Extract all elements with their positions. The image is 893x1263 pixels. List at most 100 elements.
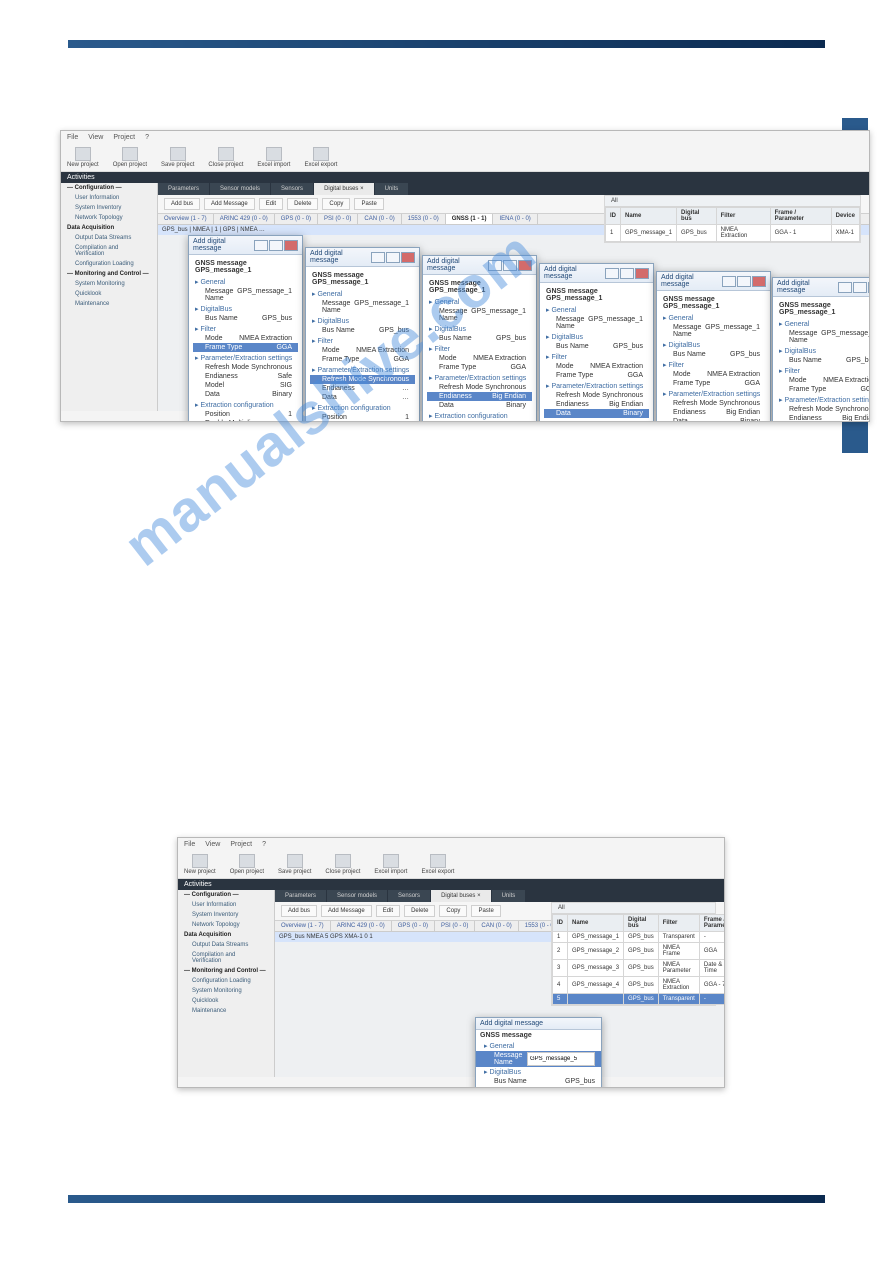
- message-name-input[interactable]: [527, 1052, 595, 1066]
- cmd-delete[interactable]: Delete: [404, 905, 435, 917]
- form-row[interactable]: Frame TypeGGA: [193, 343, 298, 352]
- sidebar-item[interactable]: Maintenance: [178, 1006, 274, 1016]
- group-label[interactable]: ▸ General: [779, 320, 870, 328]
- col-header[interactable]: Filter: [716, 208, 770, 225]
- form-row[interactable]: ModeNMEA Extraction: [310, 346, 415, 355]
- form-row[interactable]: Message NameGPS_message_1: [427, 307, 532, 323]
- group-label[interactable]: ▸ Filter: [663, 361, 766, 369]
- field-value[interactable]: Synchronous: [485, 384, 526, 391]
- cell[interactable]: 2: [553, 943, 568, 960]
- subtab[interactable]: IENA (0 - 0): [493, 214, 537, 224]
- subtab[interactable]: Overview (1 - 7): [158, 214, 214, 224]
- cell[interactable]: GPS_bus: [624, 943, 659, 960]
- form-row[interactable]: DataBinary: [661, 417, 766, 422]
- field-value[interactable]: 1: [288, 411, 292, 418]
- cell[interactable]: [568, 994, 624, 1005]
- col-header[interactable]: Frame / Parameter: [699, 915, 725, 932]
- field-value[interactable]: GPS_message_1: [354, 300, 409, 314]
- field-value[interactable]: GPS_bus: [379, 327, 409, 334]
- sidebar-item[interactable]: System Inventory: [178, 910, 274, 920]
- field-value[interactable]: SIG: [280, 382, 292, 389]
- sidebar-item[interactable]: System Monitoring: [178, 986, 274, 996]
- cell[interactable]: NMEA Extraction: [658, 977, 699, 994]
- group-label[interactable]: ▸ Filter: [312, 337, 415, 345]
- sidebar-item[interactable]: Output Data Streams: [61, 233, 157, 243]
- cell[interactable]: XMA-1: [831, 225, 859, 242]
- field-value[interactable]: GGA: [627, 372, 643, 379]
- form-row[interactable]: Position1: [427, 421, 532, 422]
- group-label[interactable]: ▸ Filter: [779, 367, 870, 375]
- group-label[interactable]: ▸ DigitalBus: [429, 325, 532, 333]
- form-row[interactable]: Data…: [310, 393, 415, 402]
- form-row[interactable]: Message NameGPS_message_1: [310, 299, 415, 315]
- cell[interactable]: NMEA Frame: [658, 943, 699, 960]
- field-value[interactable]: GPS_message_1: [588, 316, 643, 330]
- cmd-paste[interactable]: Paste: [471, 905, 500, 917]
- form-row[interactable]: Refresh ModeSynchronous: [661, 399, 766, 408]
- cell[interactable]: -: [699, 932, 725, 943]
- col-header[interactable]: Digital bus: [624, 915, 659, 932]
- form-row[interactable]: Bus NameGPS_bus: [777, 356, 870, 365]
- cell[interactable]: 4: [553, 977, 568, 994]
- subtab[interactable]: PSI (0 - 0): [318, 214, 358, 224]
- sidebar-item[interactable]: Configuration Loading: [178, 976, 274, 986]
- workspace-tab[interactable]: Digital buses ×: [431, 890, 492, 902]
- group-label[interactable]: ▸ General: [476, 1041, 601, 1051]
- cell[interactable]: GPS_bus: [624, 994, 659, 1005]
- tb-excel-export[interactable]: Excel export: [421, 854, 454, 875]
- cmd-paste[interactable]: Paste: [354, 198, 383, 210]
- group-label[interactable]: ▸ Extraction configuration: [546, 420, 649, 422]
- subtab[interactable]: ARINC 429 (0 - 0): [214, 214, 275, 224]
- cell[interactable]: GPS_message_3: [568, 960, 624, 977]
- menu-project[interactable]: Project: [113, 134, 135, 141]
- group-label[interactable]: ▸ DigitalBus: [476, 1067, 601, 1077]
- workspace-tab[interactable]: Parameters: [275, 890, 327, 902]
- tb-new-project[interactable]: New project: [67, 147, 99, 168]
- col-header[interactable]: ID: [606, 208, 621, 225]
- form-row[interactable]: Bus NameGPS_bus: [661, 350, 766, 359]
- field-value[interactable]: GGA: [860, 386, 870, 393]
- subtab[interactable]: PSI (0 - 0): [435, 921, 475, 931]
- form-row[interactable]: EndianessBig Endian: [427, 392, 532, 401]
- menu-help[interactable]: ?: [145, 134, 149, 141]
- field-value[interactable]: Synchronous: [602, 392, 643, 399]
- sidebar-item[interactable]: Output Data Streams: [178, 940, 274, 950]
- col-header[interactable]: Name: [568, 915, 624, 932]
- form-row[interactable]: DataBinary: [193, 390, 298, 399]
- field-value[interactable]: Synchronous: [835, 406, 870, 413]
- minimize-icon[interactable]: [605, 268, 619, 279]
- cell[interactable]: GPS_bus: [677, 225, 717, 242]
- cmd-add-message[interactable]: Add Message: [321, 905, 372, 917]
- field-value[interactable]: NMEA Extraction: [239, 335, 292, 342]
- sidebar-item[interactable]: Maintenance: [61, 299, 157, 309]
- field-value[interactable]: GGA: [510, 364, 526, 371]
- form-row[interactable]: Message NameGPS_message_1: [661, 323, 766, 339]
- col-header[interactable]: Digital bus: [677, 208, 717, 225]
- form-row[interactable]: Frame TypeGGA: [661, 379, 766, 388]
- form-row[interactable]: EndianessBig Endian: [777, 414, 870, 422]
- menu-view[interactable]: View: [205, 841, 220, 848]
- field-value[interactable]: GPS_bus: [496, 335, 526, 342]
- col-header[interactable]: ID: [553, 915, 568, 932]
- maximize-icon[interactable]: [853, 282, 867, 293]
- form-row[interactable]: ModeNMEA Extraction: [193, 334, 298, 343]
- close-icon[interactable]: [518, 260, 532, 271]
- group-label[interactable]: ▸ DigitalBus: [546, 333, 649, 341]
- field-value[interactable]: …: [402, 394, 409, 401]
- field-value[interactable]: Synchronous: [251, 364, 292, 371]
- menu-file[interactable]: File: [67, 134, 78, 141]
- maximize-icon[interactable]: [386, 252, 400, 263]
- group-label[interactable]: ▸ General: [195, 278, 298, 286]
- cmd-edit[interactable]: Edit: [259, 198, 283, 210]
- field-value[interactable]: GPS_message_1: [471, 308, 526, 322]
- col-header[interactable]: Filter: [658, 915, 699, 932]
- minimize-icon[interactable]: [722, 276, 736, 287]
- tb-new-project[interactable]: New project: [184, 854, 216, 875]
- maximize-icon[interactable]: [620, 268, 634, 279]
- field-value[interactable]: Synchronous: [368, 376, 409, 383]
- form-row[interactable]: Refresh ModeSynchronous: [193, 363, 298, 372]
- form-row[interactable]: DataBinary: [427, 401, 532, 410]
- tb-open-project[interactable]: Open project: [230, 854, 264, 875]
- field-value[interactable]: GPS_bus: [565, 1078, 595, 1085]
- workspace-tab[interactable]: Digital buses ×: [314, 183, 375, 195]
